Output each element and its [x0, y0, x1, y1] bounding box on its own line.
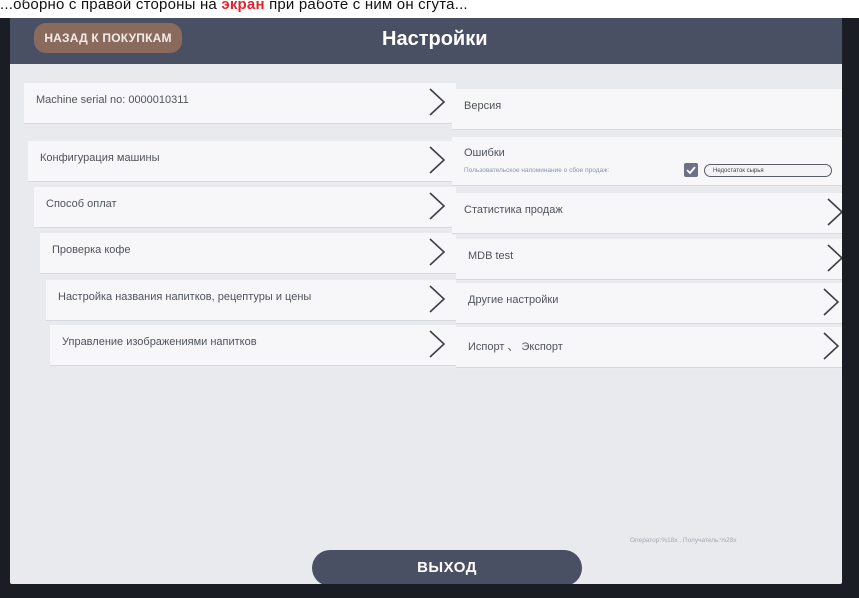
caption-suffix: при работе с ним он сгута...: [264, 0, 468, 13]
menu-item-machine-config[interactable]: Конфигурация машины: [28, 141, 456, 182]
chevron-right-icon: [823, 288, 840, 316]
chevron-right-icon: [827, 198, 842, 226]
chevron-right-icon: [827, 244, 842, 272]
settings-screen: НАЗАД К ПОКУПКАМ Настройки Machine seria…: [10, 18, 842, 584]
menu-item-label: Другие настройки: [468, 294, 559, 306]
menu-item-label: Ошибки: [464, 147, 505, 159]
chevron-right-icon: [429, 285, 446, 313]
menu-item-label: Machine serial no: 0000010311: [36, 94, 189, 106]
menu-item-drink-settings[interactable]: Настройка названия напитков, рецептуры и…: [46, 280, 456, 321]
caption-highlight: экран: [221, 0, 265, 13]
menu-item-label: Версия: [464, 100, 502, 112]
caption-prefix: ...оборно с правой стороны на: [0, 0, 222, 13]
menu-item-label: Конфигурация машины: [40, 152, 160, 164]
page-title: Настройки: [382, 28, 488, 50]
chevron-right-icon: [429, 88, 446, 116]
menu-item-label: Испорт 、 Экспорт: [468, 341, 563, 353]
menu-item-label: MDB test: [468, 250, 514, 262]
chevron-right-icon: [429, 192, 446, 220]
menu-item-errors[interactable]: Ошибки Пользовательское напоминание о сб…: [452, 137, 842, 186]
menu-item-drink-images[interactable]: Управление изображениями напитков: [50, 325, 456, 366]
menu-item-import-export[interactable]: Испорт 、 Экспорт: [456, 327, 842, 368]
chevron-right-icon: [429, 146, 446, 174]
menu-item-serial[interactable]: Machine serial no: 0000010311: [24, 83, 456, 124]
operator-receiver-note: Оператор:%18x , Получатель:%28x: [630, 537, 737, 544]
sale-failure-reminder-label: Пользовательское напоминание о сбое прод…: [464, 167, 610, 174]
menu-item-payment-method[interactable]: Способ оплат: [34, 187, 456, 228]
menu-item-coffee-check[interactable]: Проверка кофе: [40, 233, 456, 274]
chevron-right-icon: [823, 332, 840, 360]
menu-item-label: Управление изображениями напитков: [62, 336, 257, 348]
menu-item-sales-stats[interactable]: Статистика продаж: [452, 193, 842, 234]
checkmark-icon: [686, 166, 696, 175]
chevron-right-icon: [429, 238, 446, 266]
menu-item-label: Настройка названия напитков, рецептуры и…: [58, 291, 312, 303]
photo-caption: ...оборно с правой стороны на экран при …: [0, 0, 859, 18]
menu-item-mdb-test[interactable]: MDB test: [456, 239, 842, 280]
reminder-checkbox[interactable]: [684, 163, 698, 177]
exit-button[interactable]: ВЫХОД: [312, 550, 582, 584]
menu-item-label: Проверка кофе: [52, 244, 131, 256]
back-to-shopping-button[interactable]: НАЗАД К ПОКУПКАМ: [34, 23, 182, 53]
menu-item-label: Способ оплат: [46, 198, 117, 210]
menu-item-label: Статистика продаж: [464, 204, 563, 216]
chevron-right-icon: [429, 330, 446, 358]
reminder-select[interactable]: Недостаток сырья: [704, 164, 832, 177]
menu-item-version[interactable]: Версия: [452, 89, 842, 130]
menu-item-other-settings[interactable]: Другие настройки: [456, 283, 842, 324]
top-bar: НАЗАД К ПОКУПКАМ Настройки: [10, 18, 842, 64]
